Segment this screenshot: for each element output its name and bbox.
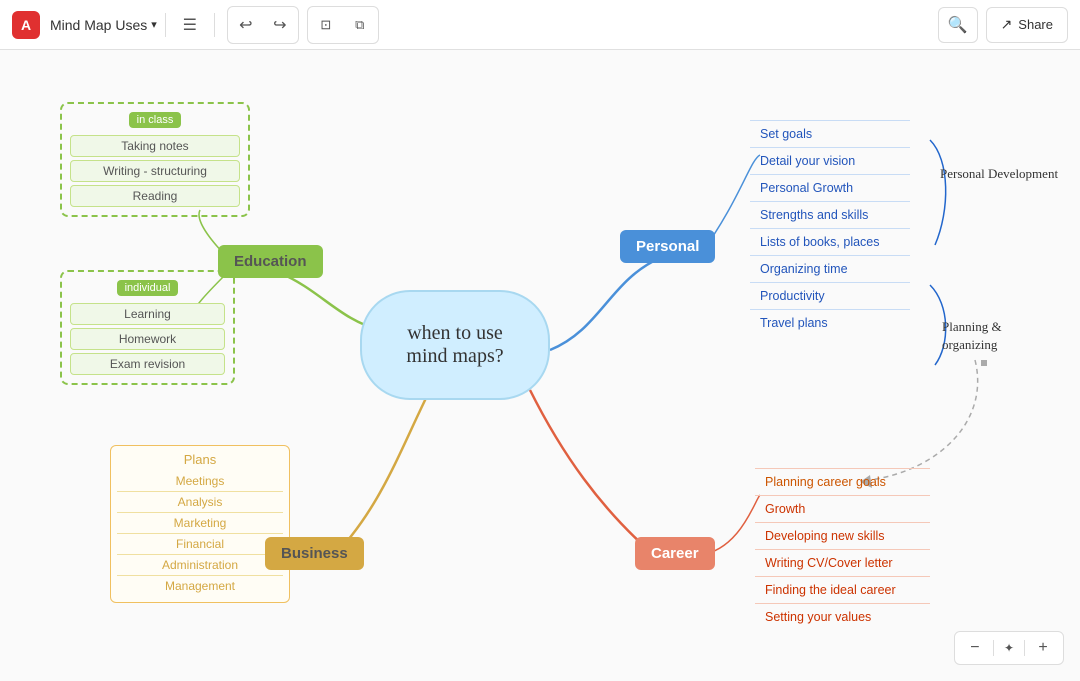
individual-items: individual Learning Homework Exam revisi… bbox=[70, 280, 225, 375]
inclass-items: in class Taking notes Writing - structur… bbox=[70, 112, 240, 207]
divider-1 bbox=[165, 13, 166, 37]
share-icon: ↗ bbox=[1001, 16, 1013, 33]
personal-item-books[interactable]: Lists of books, places bbox=[750, 229, 910, 256]
edu-item-writing[interactable]: Writing - structuring bbox=[70, 160, 240, 182]
personal-item-detail[interactable]: Detail your vision bbox=[750, 148, 910, 175]
fit-icon: ✦ bbox=[1004, 641, 1014, 655]
education-node[interactable]: Education bbox=[218, 245, 323, 278]
business-node[interactable]: Business bbox=[265, 537, 364, 570]
career-item-cv[interactable]: Writing CV/Cover letter bbox=[755, 550, 930, 577]
biz-item-financial[interactable]: Financial bbox=[117, 534, 283, 555]
education-inclass-box: in class Taking notes Writing - structur… bbox=[60, 102, 250, 217]
personal-item-organizing[interactable]: Organizing time bbox=[750, 256, 910, 283]
edu-item-homework[interactable]: Homework bbox=[70, 328, 225, 350]
biz-item-admin[interactable]: Administration bbox=[117, 555, 283, 576]
individual-tag: individual bbox=[117, 280, 179, 296]
copy-frame-button[interactable]: ⧉ bbox=[344, 9, 376, 41]
career-item-ideal[interactable]: Finding the ideal career bbox=[755, 577, 930, 604]
personal-item-strengths[interactable]: Strengths and skills bbox=[750, 202, 910, 229]
frame-group: ⊡ ⧉ bbox=[307, 6, 379, 44]
zoom-divider-1 bbox=[993, 640, 994, 656]
divider-2 bbox=[214, 13, 215, 37]
personal-dev-annotation: Personal Development bbox=[940, 165, 1058, 183]
career-node[interactable]: Career bbox=[635, 537, 715, 570]
mind-map-canvas: in class Taking notes Writing - structur… bbox=[0, 50, 1080, 681]
zoom-divider-2 bbox=[1024, 640, 1025, 656]
zoom-fit-button[interactable]: ✦ bbox=[1000, 641, 1018, 655]
toolbar-right: 🔍 ↗ Share bbox=[938, 7, 1068, 43]
edu-item-learning[interactable]: Learning bbox=[70, 303, 225, 325]
undo-button[interactable]: ↩ bbox=[230, 9, 262, 41]
career-item-skills[interactable]: Developing new skills bbox=[755, 523, 930, 550]
history-group: ↩ ↪ bbox=[227, 6, 299, 44]
biz-item-analysis[interactable]: Analysis bbox=[117, 492, 283, 513]
edu-item-exam[interactable]: Exam revision bbox=[70, 353, 225, 375]
title-dropdown-icon[interactable]: ▾ bbox=[151, 18, 157, 31]
career-item-planning[interactable]: Planning career goals bbox=[755, 468, 930, 496]
frame-button[interactable]: ⊡ bbox=[310, 9, 342, 41]
search-button[interactable]: 🔍 bbox=[938, 7, 978, 43]
personal-node[interactable]: Personal bbox=[620, 230, 715, 263]
biz-item-meetings[interactable]: Meetings bbox=[117, 471, 283, 492]
app-logo: A bbox=[12, 11, 40, 39]
hamburger-button[interactable]: ☰ bbox=[174, 9, 206, 41]
doc-title[interactable]: Mind Map Uses ▾ bbox=[50, 17, 157, 33]
zoom-in-button[interactable]: + bbox=[1031, 636, 1055, 660]
career-item-growth[interactable]: Growth bbox=[755, 496, 930, 523]
planning-annotation: Planning &organizing bbox=[942, 318, 1002, 354]
edu-item-reading[interactable]: Reading bbox=[70, 185, 240, 207]
inclass-tag: in class bbox=[129, 112, 182, 128]
career-item-values[interactable]: Setting your values bbox=[755, 604, 930, 630]
personal-list: Set goals Detail your vision Personal Gr… bbox=[750, 120, 910, 336]
edu-item-taking-notes[interactable]: Taking notes bbox=[70, 135, 240, 157]
career-list: Planning career goals Growth Developing … bbox=[755, 468, 930, 630]
personal-item-growth[interactable]: Personal Growth bbox=[750, 175, 910, 202]
annotation-bullet bbox=[981, 360, 987, 366]
business-plans-title: Plans bbox=[117, 452, 283, 467]
biz-item-management[interactable]: Management bbox=[117, 576, 283, 596]
redo-button[interactable]: ↪ bbox=[264, 9, 296, 41]
personal-item-productivity[interactable]: Productivity bbox=[750, 283, 910, 310]
education-individual-box: individual Learning Homework Exam revisi… bbox=[60, 270, 235, 385]
zoom-controls: − ✦ + bbox=[954, 631, 1064, 665]
personal-item-setgoals[interactable]: Set goals bbox=[750, 120, 910, 148]
biz-item-marketing[interactable]: Marketing bbox=[117, 513, 283, 534]
business-plans-box: Plans Meetings Analysis Marketing Financ… bbox=[110, 445, 290, 603]
zoom-out-button[interactable]: − bbox=[963, 636, 987, 660]
share-button[interactable]: ↗ Share bbox=[986, 7, 1068, 43]
personal-item-travel[interactable]: Travel plans bbox=[750, 310, 910, 336]
toolbar: A Mind Map Uses ▾ ☰ ↩ ↪ ⊡ ⧉ 🔍 ↗ Share bbox=[0, 0, 1080, 50]
central-node[interactable]: when to use mind maps? bbox=[360, 290, 550, 400]
